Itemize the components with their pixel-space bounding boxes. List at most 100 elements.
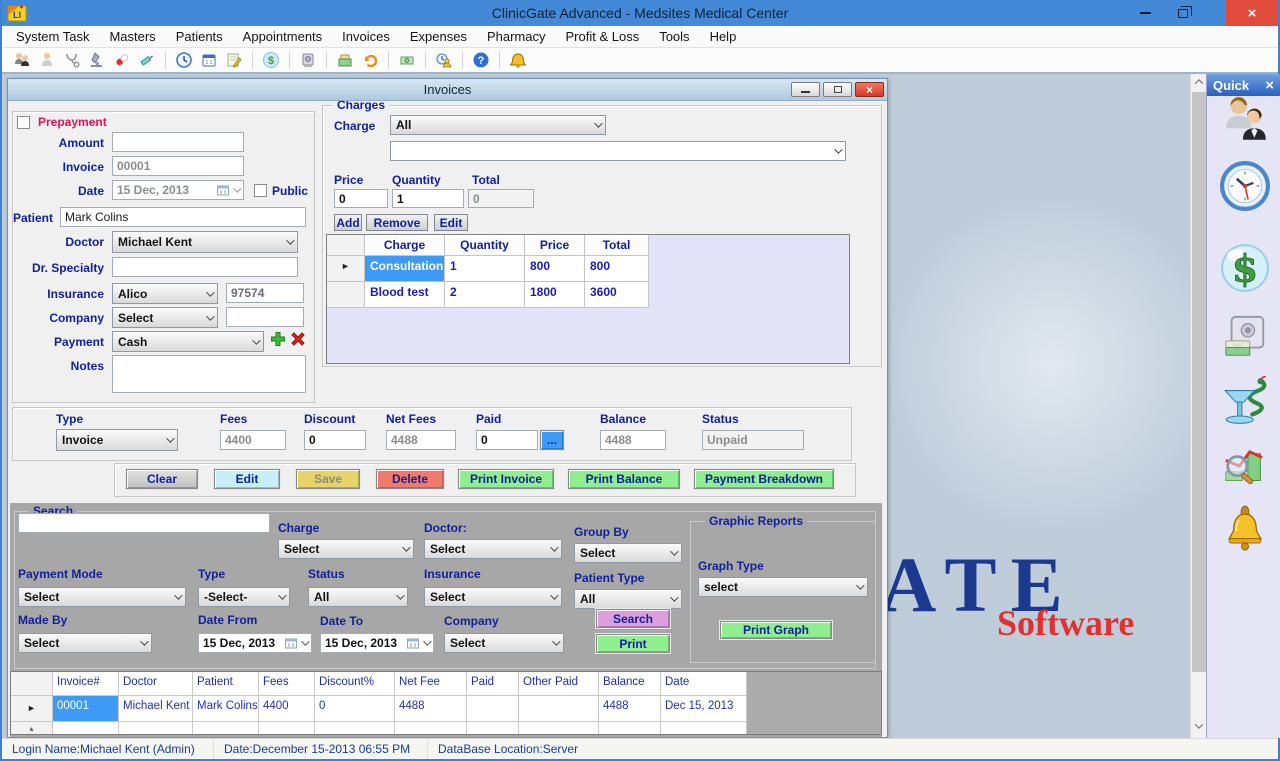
- insurance-select[interactable]: Alico: [112, 283, 218, 304]
- results-header-balance[interactable]: Balance: [599, 672, 661, 696]
- cell-discount[interactable]: 0: [315, 696, 395, 722]
- schedule-icon[interactable]: [434, 50, 454, 70]
- cell-charge[interactable]: Blood test: [365, 282, 445, 308]
- cell-total[interactable]: 3600: [585, 282, 649, 308]
- remove-button[interactable]: Remove: [366, 214, 428, 231]
- search-charge-select[interactable]: Select: [278, 539, 414, 559]
- results-header-discount[interactable]: Discount%: [315, 672, 395, 696]
- cell-paid[interactable]: [467, 696, 519, 722]
- menu-patients[interactable]: Patients: [166, 29, 233, 44]
- save-button[interactable]: Save: [296, 469, 360, 489]
- search-status-select[interactable]: All: [308, 587, 408, 607]
- cell-balance[interactable]: 4488: [599, 696, 661, 722]
- results-header-doctor[interactable]: Doctor: [119, 672, 193, 696]
- print-invoice-button[interactable]: Print Invoice: [458, 469, 554, 489]
- discount-field[interactable]: 0: [304, 430, 366, 450]
- clear-button[interactable]: Clear: [126, 469, 198, 489]
- menu-masters[interactable]: Masters: [99, 29, 165, 44]
- company-select[interactable]: Select: [112, 307, 218, 328]
- quick-reminders-icon[interactable]: [1223, 504, 1267, 554]
- quick-reports-icon[interactable]: [1221, 446, 1269, 492]
- insurance-number-field[interactable]: 97574: [226, 283, 304, 303]
- dollar-icon[interactable]: $: [261, 50, 281, 70]
- search-input[interactable]: [18, 513, 270, 533]
- date-to-picker[interactable]: 15 Dec, 2013: [320, 633, 434, 653]
- search-button[interactable]: Search: [596, 609, 670, 628]
- menu-pharmacy[interactable]: Pharmacy: [477, 29, 556, 44]
- delete-button[interactable]: Delete: [376, 469, 444, 489]
- quick-cash-safe-icon[interactable]: [1221, 314, 1269, 360]
- charges-table-row[interactable]: Blood test 2 1800 3600: [327, 282, 849, 308]
- patient-type-select[interactable]: All: [574, 589, 682, 609]
- menu-tools[interactable]: Tools: [649, 29, 699, 44]
- notes-field[interactable]: [112, 355, 306, 393]
- net-fees-field[interactable]: 4488: [386, 430, 456, 450]
- edit-invoice-button[interactable]: Edit: [214, 469, 280, 489]
- type-select[interactable]: Invoice: [56, 429, 178, 451]
- clock-icon[interactable]: [174, 50, 194, 70]
- bell-icon[interactable]: [508, 50, 528, 70]
- quick-billing-icon[interactable]: $: [1219, 242, 1271, 294]
- fees-field[interactable]: 4400: [220, 430, 286, 450]
- group-by-select[interactable]: Select: [574, 543, 682, 563]
- charges-header-price[interactable]: Price: [525, 235, 585, 256]
- cell-fees[interactable]: 4400: [259, 696, 315, 722]
- made-by-select[interactable]: Select: [18, 633, 152, 653]
- cell-date[interactable]: Dec 15, 2013: [661, 696, 747, 722]
- results-header-paid[interactable]: Paid: [467, 672, 519, 696]
- payment-breakdown-button[interactable]: Payment Breakdown: [694, 469, 834, 489]
- cell-quantity[interactable]: 2: [445, 282, 525, 308]
- microscope-icon[interactable]: [87, 50, 107, 70]
- print-balance-button[interactable]: Print Balance: [568, 469, 680, 489]
- cell-price[interactable]: 1800: [525, 282, 585, 308]
- cell-price[interactable]: 800: [525, 256, 585, 282]
- quantity-field[interactable]: 1: [392, 189, 464, 208]
- undo-icon[interactable]: [360, 50, 380, 70]
- menu-appointments[interactable]: Appointments: [233, 29, 333, 44]
- quick-pharmacy-icon[interactable]: [1219, 376, 1271, 428]
- results-header-date[interactable]: Date: [661, 672, 747, 696]
- search-insurance-select[interactable]: Select: [424, 587, 562, 607]
- search-type-select[interactable]: -Select-: [198, 587, 290, 607]
- stethoscope-icon[interactable]: [62, 50, 82, 70]
- menu-expenses[interactable]: Expenses: [400, 29, 477, 44]
- help-icon[interactable]: ?: [471, 50, 491, 70]
- scrollbar-thumb[interactable]: [1192, 92, 1206, 672]
- edit-button[interactable]: Edit: [434, 214, 468, 231]
- paid-browse-button[interactable]: ...: [540, 430, 564, 450]
- amount-field[interactable]: [112, 132, 244, 152]
- charges-header-charge[interactable]: Charge: [365, 235, 445, 256]
- invoice-date-picker[interactable]: 15 Dec, 2013: [112, 180, 244, 200]
- quick-appointments-icon[interactable]: [1219, 160, 1271, 212]
- results-header-patient[interactable]: Patient: [193, 672, 259, 696]
- results-row[interactable]: ► 00001 Michael Kent Mark Colins 4400 0 …: [11, 696, 881, 722]
- minimize-button[interactable]: [1128, 0, 1162, 26]
- cell-charge[interactable]: Consultation: [365, 256, 445, 282]
- cell-invoice[interactable]: 00001: [53, 696, 119, 722]
- payment-select[interactable]: Cash: [112, 331, 264, 352]
- cell-patient[interactable]: Mark Colins: [193, 696, 259, 722]
- quick-patients-icon[interactable]: [1219, 94, 1271, 144]
- vertical-scrollbar[interactable]: [1190, 74, 1206, 738]
- remove-payment-icon[interactable]: [290, 331, 306, 347]
- add-payment-icon[interactable]: [270, 331, 286, 347]
- menu-profit-loss[interactable]: Profit & Loss: [556, 29, 650, 44]
- cell-netfee[interactable]: 4488: [395, 696, 467, 722]
- results-header-fees[interactable]: Fees: [259, 672, 315, 696]
- charges-header-total[interactable]: Total: [585, 235, 649, 256]
- balance-field[interactable]: 4488: [600, 430, 666, 450]
- close-button[interactable]: ×: [1226, 0, 1278, 26]
- line-total-field[interactable]: 0: [468, 189, 534, 208]
- cashbox-icon[interactable]: [335, 50, 355, 70]
- results-new-row[interactable]: *: [11, 722, 881, 735]
- public-checkbox[interactable]: [254, 184, 267, 197]
- search-doctor-select[interactable]: Select: [424, 539, 562, 559]
- invoices-restore-button[interactable]: [823, 82, 852, 97]
- cell-doctor[interactable]: Michael Kent: [119, 696, 193, 722]
- charges-table-row[interactable]: ► Consultation 1 800 800: [327, 256, 849, 282]
- payment-mode-select[interactable]: Select: [18, 587, 186, 607]
- results-header-netfee[interactable]: Net Fee: [395, 672, 467, 696]
- specialty-field[interactable]: [112, 257, 298, 277]
- print-button[interactable]: Print: [596, 634, 670, 653]
- results-header-otherpaid[interactable]: Other Paid: [519, 672, 599, 696]
